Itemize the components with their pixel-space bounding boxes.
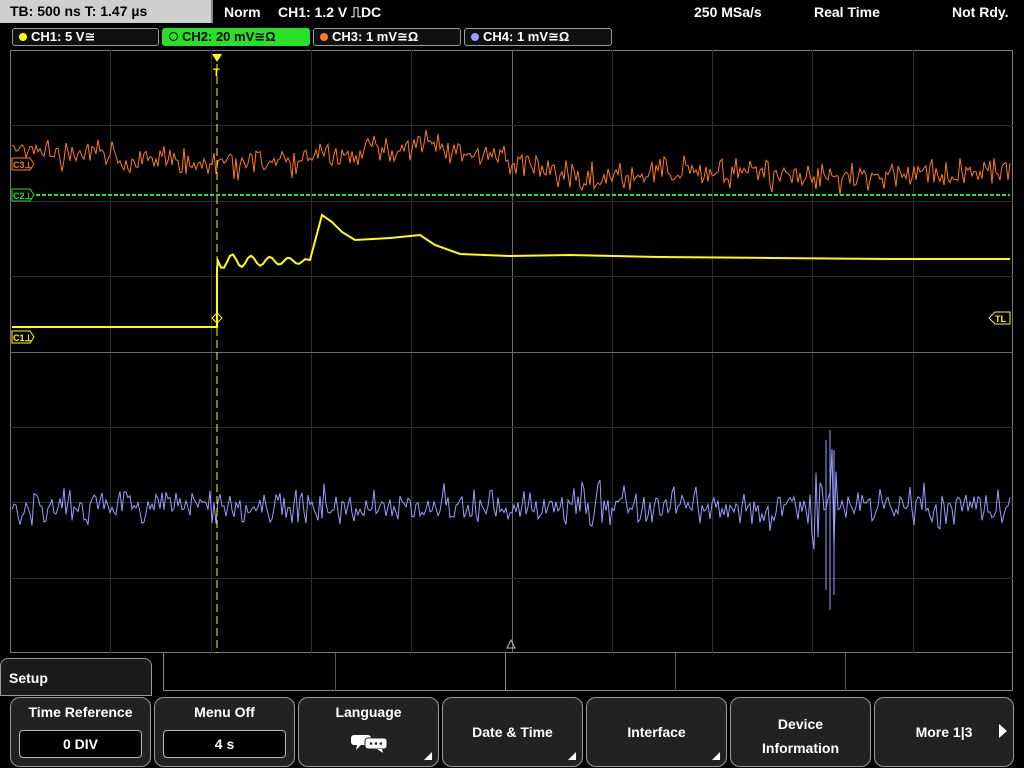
- ch3-marker-label: C3⊥: [13, 160, 33, 170]
- language-button[interactable]: Language: [298, 697, 439, 767]
- device-information-label-line1: Device: [777, 716, 824, 732]
- timebase-readout[interactable]: TB: 500 ns T: 1.47 µs: [0, 0, 213, 23]
- time-reference-marker: [506, 638, 516, 649]
- device-information-button[interactable]: Device Information: [730, 697, 871, 767]
- interface-button[interactable]: Interface: [586, 697, 727, 767]
- ch2-label: CH2: 20 mV≅Ω: [182, 29, 276, 44]
- ch1-label: CH1: 5 V≅: [31, 29, 96, 44]
- speech-bubbles-icon: [351, 735, 388, 753]
- ch4-label: CH4: 1 mV≅Ω: [483, 29, 570, 44]
- menu-off-value: 4 s: [163, 730, 286, 758]
- date-time-label: Date & Time: [472, 724, 553, 740]
- submenu-corner-icon: [424, 752, 432, 760]
- time-reference-label: Time Reference: [28, 704, 133, 720]
- interface-label: Interface: [627, 724, 686, 740]
- graticule: [10, 50, 1013, 653]
- ch4-waveform: [11, 430, 1011, 610]
- ch2-offset-marker[interactable]: C2⊥: [11, 188, 35, 202]
- arrow-right-icon: [999, 724, 1007, 738]
- ch4-dot-icon: [471, 33, 479, 41]
- tab-ch3[interactable]: CH3: 1 mV≅Ω: [313, 28, 461, 46]
- trigger-mode[interactable]: Norm: [224, 0, 261, 24]
- language-label: Language: [335, 704, 402, 720]
- ch3-offset-marker[interactable]: C3⊥: [11, 157, 35, 171]
- tab-ch1[interactable]: CH1: 5 V≅: [12, 28, 159, 46]
- ch3-waveform: [11, 129, 1011, 195]
- waveform-display[interactable]: T C3⊥ C2⊥ C1⊥ TL: [10, 50, 1013, 653]
- submenu-corner-icon: [712, 752, 720, 760]
- more-label: More 1|3: [915, 724, 973, 740]
- menu-title: Setup: [0, 658, 152, 696]
- more-button[interactable]: More 1|3: [874, 697, 1014, 767]
- info-panel: [163, 653, 1013, 691]
- tab-ch2[interactable]: CH2: 20 mV≅Ω: [162, 28, 310, 46]
- ch1-offset-marker[interactable]: C1⊥: [11, 330, 35, 344]
- ch2-dot-icon: [169, 32, 178, 41]
- acquisition-state: Not Rdy.: [952, 4, 1009, 20]
- acquisition-mode[interactable]: Real Time: [814, 0, 880, 24]
- ch1-dot-icon: [19, 33, 27, 41]
- device-information-label-line2: Information: [762, 740, 839, 756]
- ch1-marker-label: C1⊥: [13, 333, 33, 343]
- date-time-button[interactable]: Date & Time: [442, 697, 583, 767]
- ch3-label: CH3: 1 mV≅Ω: [332, 29, 419, 44]
- trigger-level-label: TL: [995, 314, 1006, 324]
- tab-ch4[interactable]: CH4: 1 mV≅Ω: [464, 28, 612, 46]
- status-bar: TB: 500 ns T: 1.47 µs Norm CH1: 1.2 V ⎍D…: [0, 0, 1024, 24]
- trigger-marker-top[interactable]: T: [212, 54, 222, 79]
- ch3-dot-icon: [320, 33, 328, 41]
- trigger-top-label: T: [213, 67, 220, 79]
- trigger-level-marker[interactable]: TL: [988, 311, 1011, 325]
- menu-off-button[interactable]: Menu Off 4 s: [154, 697, 295, 767]
- trigger-info[interactable]: CH1: 1.2 V ⎍DC: [278, 0, 381, 24]
- menu-off-label: Menu Off: [194, 704, 255, 720]
- time-reference-button[interactable]: Time Reference 0 DIV: [10, 697, 151, 767]
- time-reference-value: 0 DIV: [19, 730, 142, 758]
- sample-rate: 250 MSa/s: [694, 4, 762, 20]
- submenu-corner-icon: [568, 752, 576, 760]
- ch2-marker-label: C2⊥: [13, 191, 33, 201]
- ch1-waveform: [12, 213, 1010, 328]
